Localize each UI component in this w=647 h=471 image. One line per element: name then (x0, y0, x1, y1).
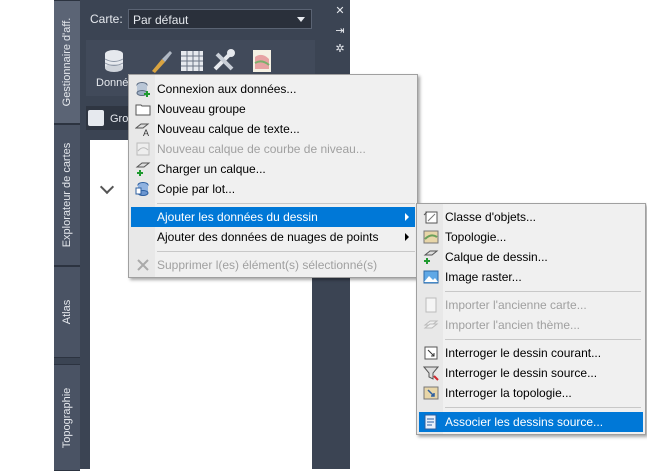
tab-label: Explorateur de cartes (61, 142, 73, 248)
menu-separator (445, 407, 641, 408)
tab-label: Atlas (61, 299, 73, 325)
menu-item-feature-class[interactable]: Classe d'objets... (419, 207, 643, 227)
menu-item-label: Nouveau groupe (157, 102, 246, 116)
menu-item-import-old-theme[interactable]: Importer l'ancien thème... (419, 315, 643, 335)
menu-item-label: Nouveau calque de texte... (157, 122, 300, 136)
close-icon[interactable]: ✕ (332, 4, 348, 18)
menu-item-add-point-cloud[interactable]: Ajouter des données de nuages de points (131, 227, 415, 247)
menu-item-attach-source[interactable]: Associer les dessins source... (419, 412, 643, 432)
batch-copy-icon (135, 182, 149, 196)
menu-separator (157, 251, 415, 252)
submenu-arrow-icon (405, 213, 409, 221)
group-label: Gro (110, 113, 129, 125)
tab-atlas[interactable]: Atlas (54, 266, 80, 358)
database-connect-icon (136, 82, 150, 97)
menu-item-label: Topologie... (445, 230, 507, 244)
tab-topography[interactable]: Topographie (54, 364, 80, 471)
import-map-icon (425, 297, 437, 313)
tools-icon[interactable] (210, 47, 238, 75)
tab-label: Topographie (61, 387, 73, 448)
map-label: Carte: (90, 12, 123, 26)
delete-x-icon (137, 259, 149, 271)
menu-item-new-contour-layer[interactable]: Nouveau calque de courbe de niveau... (131, 139, 415, 159)
menu-item-label: Interroger la topologie... (445, 386, 572, 400)
attach-source-icon (424, 414, 437, 430)
submenu-arrow-icon (405, 233, 409, 241)
menu-item-query-current[interactable]: Interroger le dessin courant... (419, 343, 643, 363)
menu-item-label: Interroger le dessin courant... (445, 346, 602, 360)
menu-item-label: Copie par lot... (157, 182, 236, 196)
menu-item-raster-image[interactable]: Image raster... (419, 267, 643, 287)
menu-item-label: Classe d'objets... (445, 210, 537, 224)
tab-display-manager[interactable]: Gestionnaire d'aff. (54, 0, 80, 124)
menu-item-label: Importer l'ancien thème... (445, 318, 581, 332)
tab-label: Gestionnaire d'aff. (61, 17, 73, 107)
folder-icon (135, 104, 151, 116)
raster-image-icon (423, 270, 439, 284)
menu-item-label: Supprimer l(es) élément(s) sélectionné(s… (157, 258, 378, 272)
properties-icon[interactable]: ✲ (332, 42, 348, 56)
menu-item-load-layer[interactable]: Charger un calque... (131, 159, 415, 179)
contour-layer-icon (136, 142, 150, 156)
group-icon[interactable] (88, 110, 104, 126)
menu-item-label: Interroger le dessin source... (445, 366, 598, 380)
menu-item-label: Calque de dessin... (445, 250, 548, 264)
tab-map-explorer[interactable]: Explorateur de cartes (54, 124, 80, 266)
menu-item-label: Associer les dessins source... (445, 415, 604, 429)
load-layer-icon (135, 162, 151, 176)
menu-separator (445, 339, 641, 340)
query-source-icon (423, 366, 439, 381)
chevron-down-icon (297, 17, 305, 22)
menu-item-query-source[interactable]: Interroger le dessin source... (419, 363, 643, 383)
drawing-layer-icon (423, 250, 439, 264)
menu-separator (445, 291, 641, 292)
autohide-icon[interactable]: ⇥ (332, 24, 348, 38)
menu-item-import-old-map[interactable]: Importer l'ancienne carte... (419, 295, 643, 315)
menu-item-new-text-layer[interactable]: A Nouveau calque de texte... (131, 119, 415, 139)
menu-item-delete-selected[interactable]: Supprimer l(es) élément(s) sélectionné(s… (131, 255, 415, 275)
menu-item-label: Charger un calque... (157, 162, 266, 176)
menu-item-label: Connexion aux données... (157, 82, 297, 96)
menu-item-batch-copy[interactable]: Copie par lot... (131, 179, 415, 199)
menu-item-label: Importer l'ancienne carte... (445, 298, 587, 312)
query-topology-icon (423, 386, 439, 400)
menu-item-drawing-layer[interactable]: Calque de dessin... (419, 247, 643, 267)
menu-item-query-topology[interactable]: Interroger la topologie... (419, 383, 643, 403)
map-select[interactable]: Par défaut (128, 9, 312, 29)
context-menu: Connexion aux données... Nouveau groupe … (128, 74, 418, 278)
import-theme-icon (423, 320, 439, 329)
style-brush-icon[interactable] (146, 47, 174, 75)
map-select-value: Par défaut (133, 13, 189, 27)
query-current-icon (424, 346, 438, 360)
menu-separator (157, 203, 415, 204)
menu-item-add-drawing-data[interactable]: Ajouter les données du dessin (131, 207, 415, 227)
text-layer-icon: A (135, 123, 150, 137)
menu-item-label: Nouveau calque de courbe de niveau... (157, 142, 366, 156)
submenu: Classe d'objets... Topologie... Calque d… (416, 203, 646, 435)
menu-item-label: Ajouter des données de nuages de points (157, 230, 379, 244)
vertical-tabs: Gestionnaire d'aff. Explorateur de carte… (54, 0, 80, 471)
svg-text:A: A (143, 128, 149, 137)
data-tool-label: Donné (96, 77, 129, 89)
menu-item-label: Image raster... (445, 270, 522, 284)
topology-icon (423, 230, 439, 244)
database-icon[interactable] (100, 47, 128, 75)
table-icon[interactable] (178, 47, 206, 75)
menu-item-new-group[interactable]: Nouveau groupe (131, 99, 415, 119)
map-page-icon[interactable] (248, 47, 276, 75)
menu-item-label: Ajouter les données du dessin (157, 210, 318, 224)
menu-item-connect-data[interactable]: Connexion aux données... (131, 79, 415, 99)
menu-item-topology[interactable]: Topologie... (419, 227, 643, 247)
feature-class-icon (423, 211, 438, 224)
